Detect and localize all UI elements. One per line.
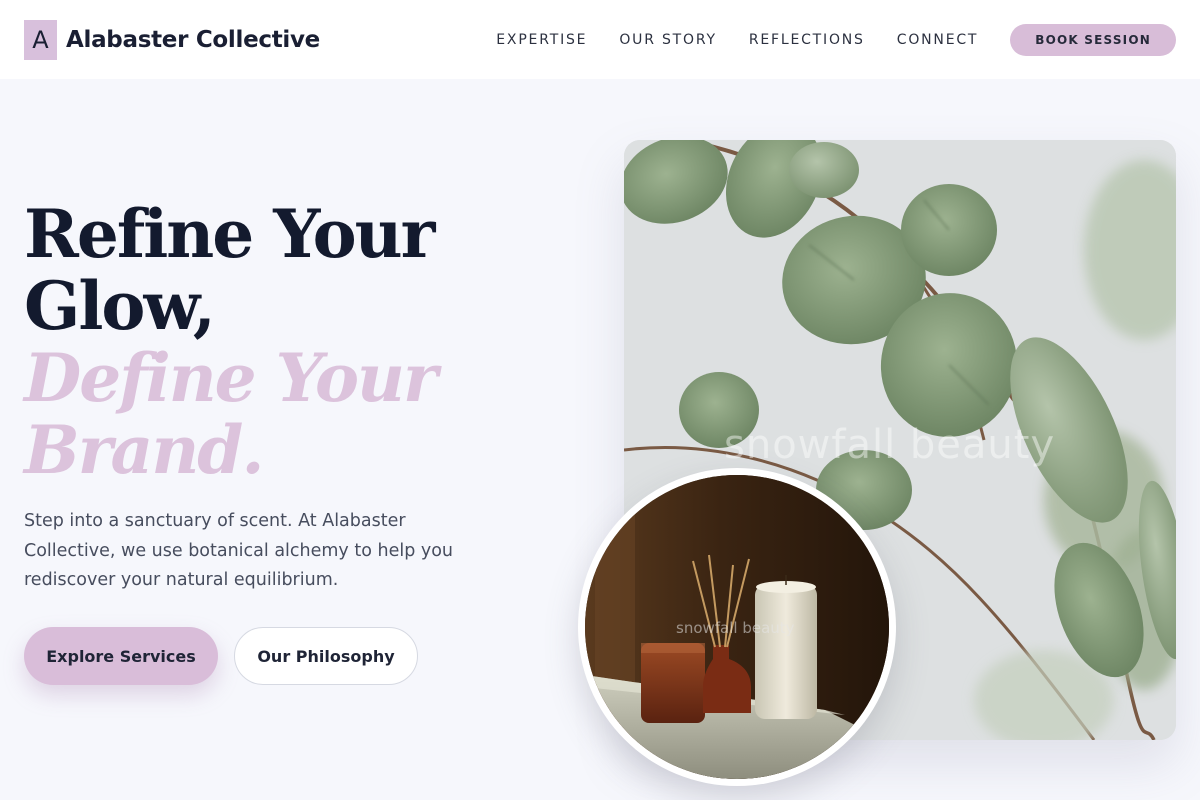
logo-mark: A — [24, 20, 57, 60]
headline-line-1: Refine Your — [24, 195, 435, 273]
candle-photo: snowfall beauty — [585, 475, 889, 779]
headline-line-2: Glow, — [24, 267, 216, 345]
main-nav: EXPERTISE OUR STORY REFLECTIONS CONNECT … — [496, 24, 1176, 56]
hero-headline: Refine Your Glow, Define Your Brand. — [24, 195, 438, 489]
nav-our-story[interactable]: OUR STORY — [619, 32, 717, 48]
brand-name: Alabaster Collective — [66, 27, 320, 53]
photo-watermark-small: snowfall beauty — [676, 619, 795, 637]
nav-expertise[interactable]: EXPERTISE — [496, 32, 587, 48]
explore-services-button[interactable]: Explore Services — [24, 627, 218, 685]
headline-accent-line-1: Define Your — [24, 339, 438, 417]
candle-photo-frame: snowfall beauty — [578, 468, 896, 786]
book-session-button[interactable]: BOOK SESSION — [1010, 24, 1176, 56]
brand-logo[interactable]: A Alabaster Collective — [24, 20, 320, 60]
site-header: A Alabaster Collective EXPERTISE OUR STO… — [0, 0, 1200, 79]
our-philosophy-button[interactable]: Our Philosophy — [234, 627, 418, 685]
hero-description: Step into a sanctuary of scent. At Alaba… — [24, 511, 454, 590]
photo-watermark: snowfall beauty — [724, 422, 1056, 468]
nav-reflections[interactable]: REFLECTIONS — [749, 32, 865, 48]
headline-accent-line-2: Brand. — [24, 411, 264, 489]
nav-connect[interactable]: CONNECT — [897, 32, 979, 48]
